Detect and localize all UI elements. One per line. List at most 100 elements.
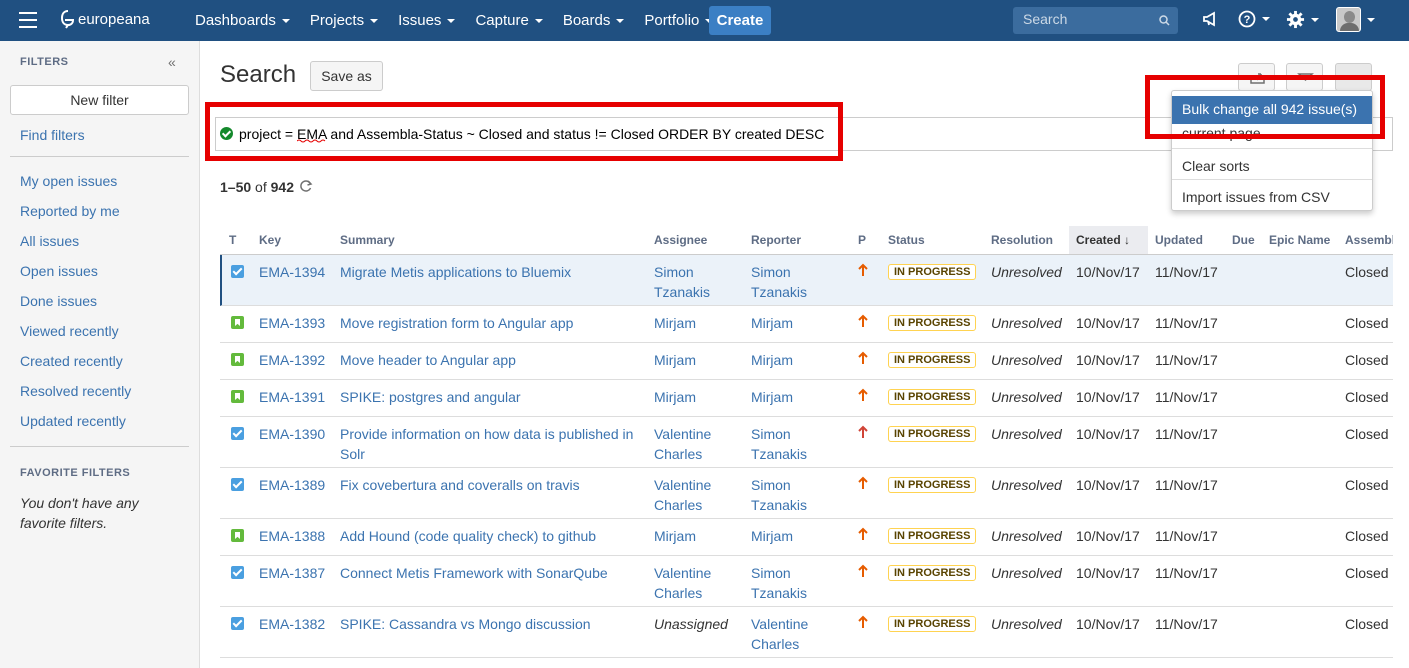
issue-assembla-status: Closed — [1345, 264, 1389, 280]
issue-reporter[interactable]: Simon Tzanakis — [751, 424, 841, 464]
filter-all-issues[interactable]: All issues — [20, 233, 79, 249]
find-filters-link[interactable]: Find filters — [20, 127, 85, 143]
save-as-button[interactable]: Save as — [310, 61, 383, 91]
issue-summary-link[interactable]: Fix covebertura and coveralls on travis — [340, 475, 640, 495]
refresh-icon[interactable] — [299, 179, 313, 193]
filter-viewed-recently[interactable]: Viewed recently — [20, 323, 119, 339]
issue-key-link[interactable]: EMA-1387 — [259, 563, 325, 583]
issue-assignee[interactable]: Valentine Charles — [654, 563, 744, 603]
issue-summary-link[interactable]: Migrate Metis applications to Bluemix — [340, 262, 640, 282]
settings-menu[interactable] — [1286, 10, 1319, 29]
menu-icon[interactable] — [19, 12, 37, 28]
col-header-assembla[interactable]: Assembla — [1345, 226, 1393, 254]
table-row[interactable]: EMA-1387 Connect Metis Framework with Son… — [220, 556, 1393, 607]
nav-projects[interactable]: Projects — [300, 12, 388, 29]
issue-assignee[interactable]: Valentine Charles — [654, 424, 744, 464]
nav-issues[interactable]: Issues — [388, 12, 465, 29]
issue-summary-link[interactable]: Move header to Angular app — [340, 350, 640, 370]
issue-assembla-status: Closed — [1345, 426, 1389, 442]
results-range: 1–50 — [220, 179, 252, 195]
issue-key-link[interactable]: EMA-1393 — [259, 313, 325, 333]
filter-updated-recently[interactable]: Updated recently — [20, 413, 126, 429]
issue-assignee[interactable]: Mirjam — [654, 350, 744, 370]
issue-summary-link[interactable]: Add Hound (code quality check) to github — [340, 526, 640, 546]
col-header-priority[interactable]: P — [858, 226, 866, 254]
issue-updated: 11/Nov/17 — [1155, 565, 1218, 581]
issue-key-link[interactable]: EMA-1392 — [259, 350, 325, 370]
issue-reporter[interactable]: Simon Tzanakis — [751, 563, 841, 603]
filter-my-open-issues[interactable]: My open issues — [20, 173, 117, 189]
col-header-reporter[interactable]: Reporter — [751, 226, 801, 254]
issue-key-link[interactable]: EMA-1390 — [259, 424, 325, 444]
table-row[interactable]: EMA-1388 Add Hound (code quality check) t… — [220, 519, 1393, 556]
issue-reporter[interactable]: Simon Tzanakis — [751, 262, 841, 302]
col-header-key[interactable]: Key — [259, 226, 281, 254]
table-row[interactable]: EMA-1391 SPIKE: postgres and angular Mirja… — [220, 380, 1393, 417]
nav-boards[interactable]: Boards — [553, 12, 635, 29]
issue-key-link[interactable]: EMA-1388 — [259, 526, 325, 546]
issue-assignee[interactable]: Valentine Charles — [654, 475, 744, 515]
col-header-resolution[interactable]: Resolution — [991, 226, 1053, 254]
filter-open-issues[interactable]: Open issues — [20, 263, 98, 279]
issue-summary-link[interactable]: Move registration form to Angular app — [340, 313, 640, 333]
table-row[interactable]: EMA-1390 Provide information on how data … — [220, 417, 1393, 468]
issue-reporter[interactable]: Mirjam — [751, 350, 841, 370]
new-filter-button[interactable]: New filter — [10, 85, 189, 115]
issue-assignee[interactable]: Mirjam — [654, 387, 744, 407]
issue-reporter[interactable]: Mirjam — [751, 526, 841, 546]
col-header-epic-name[interactable]: Epic Name — [1269, 226, 1330, 254]
europeana-logo-icon — [60, 10, 75, 29]
issue-assignee[interactable]: Mirjam — [654, 526, 744, 546]
nav-capture[interactable]: Capture — [465, 12, 552, 29]
issue-reporter[interactable]: Mirjam — [751, 387, 841, 407]
col-header-status[interactable]: Status — [888, 226, 925, 254]
issue-key-link[interactable]: EMA-1389 — [259, 475, 325, 495]
issue-created: 10/Nov/17 — [1076, 565, 1140, 581]
issue-assignee[interactable]: Simon Tzanakis — [654, 262, 744, 302]
filter-resolved-recently[interactable]: Resolved recently — [20, 383, 131, 399]
table-row[interactable]: EMA-1393 Move registration form to Angula… — [220, 306, 1393, 343]
search-input[interactable]: Search — [1013, 7, 1178, 34]
app-logo[interactable]: europeana — [60, 9, 150, 29]
table-row[interactable]: EMA-1389 Fix covebertura and coveralls on… — [220, 468, 1393, 519]
svg-text:?: ? — [1244, 14, 1251, 26]
nav-label: Capture — [475, 12, 529, 29]
table-row[interactable]: EMA-1394 Migrate Metis applications to Bl… — [220, 255, 1393, 306]
issue-summary-link[interactable]: Connect Metis Framework with SonarQube — [340, 563, 640, 583]
collapse-sidebar-icon[interactable]: « — [168, 54, 176, 70]
table-row[interactable]: EMA-1382 SPIKE: Cassandra vs Mongo discus… — [220, 607, 1393, 658]
col-header-updated[interactable]: Updated — [1155, 226, 1203, 254]
issue-key-link[interactable]: EMA-1394 — [259, 262, 325, 282]
results-total: 942 — [270, 179, 294, 195]
issue-reporter[interactable]: Mirjam — [751, 313, 841, 333]
issue-summary-link[interactable]: Provide information on how data is publi… — [340, 424, 640, 464]
nav-dashboards[interactable]: Dashboards — [185, 12, 300, 29]
issue-reporter[interactable]: Simon Tzanakis — [751, 475, 841, 515]
issue-key-link[interactable]: EMA-1382 — [259, 614, 325, 634]
priority-arrow-icon — [858, 615, 868, 633]
megaphone-icon[interactable] — [1202, 10, 1220, 28]
issue-reporter[interactable]: Valentine Charles — [751, 614, 841, 654]
help-menu[interactable]: ? — [1238, 10, 1270, 28]
issue-assignee[interactable]: Mirjam — [654, 313, 744, 333]
filter-reported-by-me[interactable]: Reported by me — [20, 203, 120, 219]
filter-created-recently[interactable]: Created recently — [20, 353, 123, 369]
filter-done-issues[interactable]: Done issues — [20, 293, 97, 309]
create-button[interactable]: Create — [709, 6, 771, 35]
issue-summary-link[interactable]: SPIKE: postgres and angular — [340, 387, 640, 407]
favorite-filters-heading: FAVORITE FILTERS — [20, 467, 131, 479]
issue-summary-link[interactable]: SPIKE: Cassandra vs Mongo discussion — [340, 614, 640, 634]
divider — [10, 446, 189, 447]
menu-item-clear-sorts[interactable]: Clear sorts — [1172, 153, 1372, 181]
table-row[interactable]: EMA-1392 Move header to Angular app Mirjam… — [220, 343, 1393, 380]
issue-updated: 11/Nov/17 — [1155, 315, 1218, 331]
issue-key-link[interactable]: EMA-1391 — [259, 387, 325, 407]
col-header-created[interactable]: Created ↓ — [1069, 226, 1148, 254]
col-header-assignee[interactable]: Assignee — [654, 226, 707, 254]
col-header-summary[interactable]: Summary — [340, 226, 395, 254]
col-header-type[interactable]: T — [229, 226, 236, 254]
col-header-due[interactable]: Due — [1232, 226, 1255, 254]
menu-item-import-csv[interactable]: Import issues from CSV — [1172, 184, 1372, 212]
top-navigation-bar: europeana Dashboards Projects Issues Cap… — [0, 0, 1409, 41]
user-menu[interactable] — [1336, 7, 1375, 32]
